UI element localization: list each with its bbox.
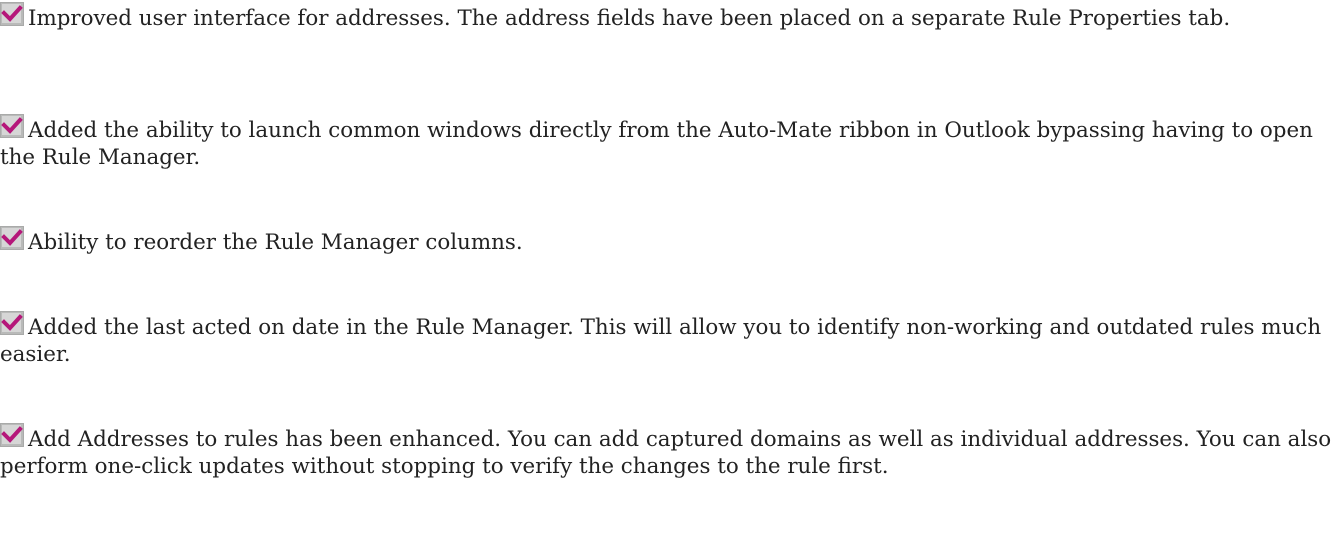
feature-item: Ability to reorder the Rule Manager colu… xyxy=(0,226,1335,256)
feature-text: Added the last acted on date in the Rule… xyxy=(0,315,1322,367)
checked-checkbox-icon xyxy=(0,114,24,138)
feature-text: Improved user interface for addresses. T… xyxy=(28,6,1231,31)
feature-text: Added the ability to launch common windo… xyxy=(0,118,1313,170)
feature-item: Add Addresses to rules has been enhanced… xyxy=(0,423,1335,480)
feature-item: Improved user interface for addresses. T… xyxy=(0,2,1335,32)
checked-checkbox-icon xyxy=(0,2,24,26)
checked-checkbox-icon xyxy=(0,226,24,250)
feature-item: Added the ability to launch common windo… xyxy=(0,114,1335,171)
feature-text: Add Addresses to rules has been enhanced… xyxy=(0,427,1332,479)
feature-item: Added the last acted on date in the Rule… xyxy=(0,311,1335,368)
feature-text: Ability to reorder the Rule Manager colu… xyxy=(28,230,523,255)
checked-checkbox-icon xyxy=(0,423,24,447)
checked-checkbox-icon xyxy=(0,311,24,335)
